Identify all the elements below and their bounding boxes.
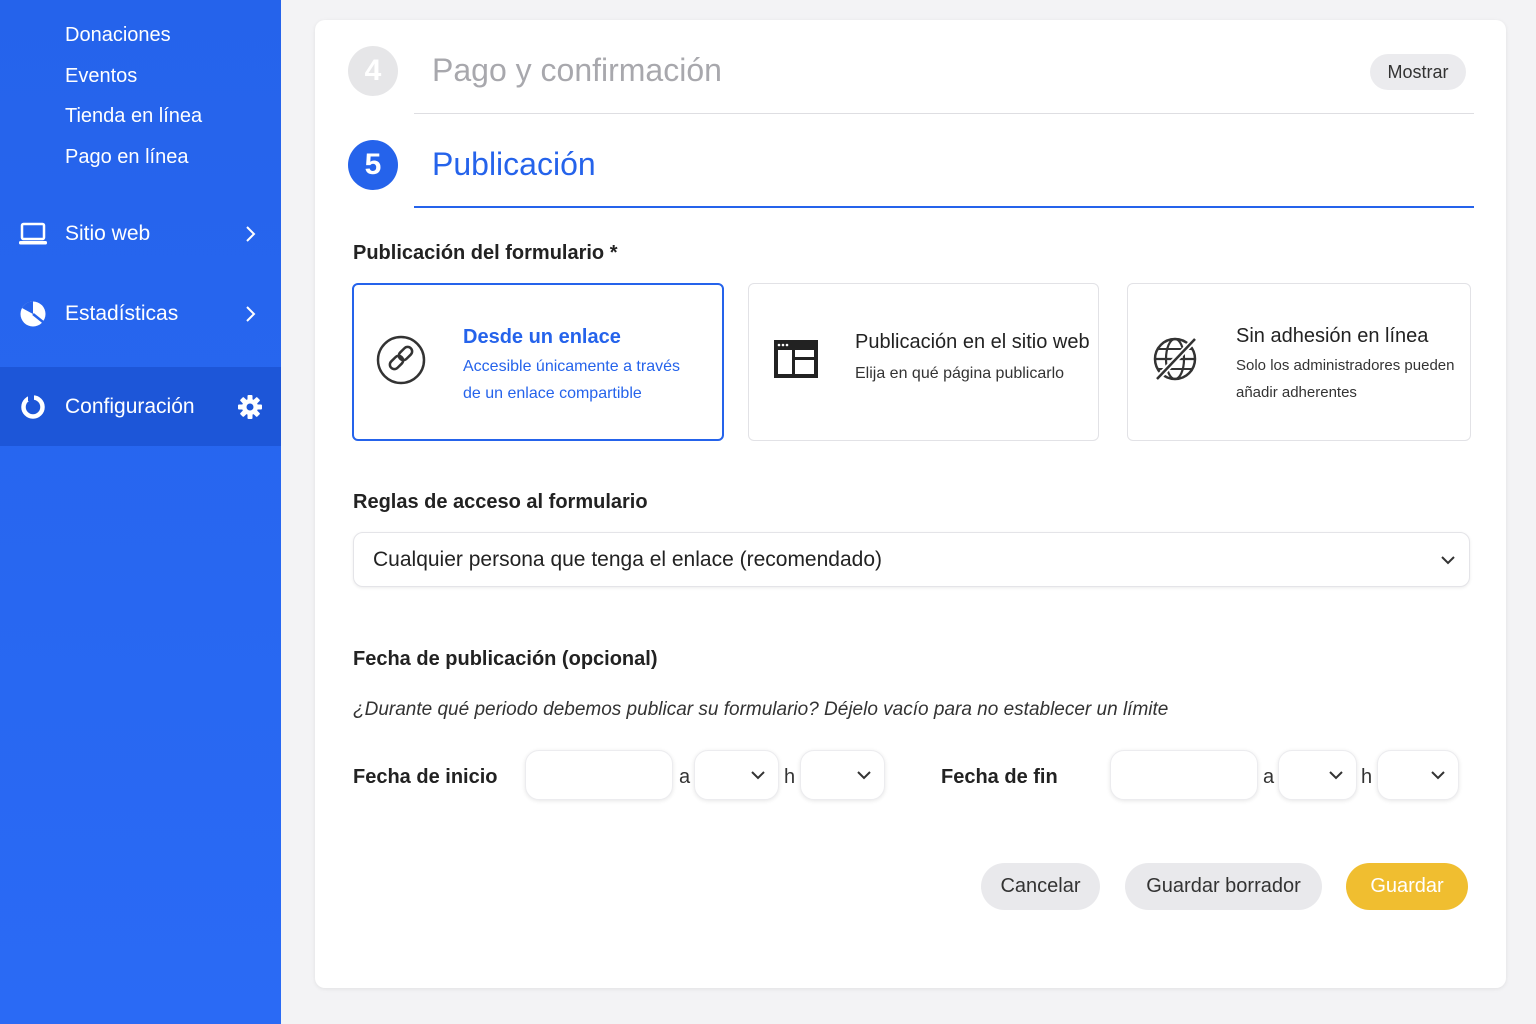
start-hour-select[interactable] bbox=[694, 750, 779, 800]
sidebar-item-label: Configuración bbox=[65, 394, 195, 418]
chevron-down-icon bbox=[748, 765, 768, 785]
start-date-label: Fecha de inicio bbox=[353, 766, 498, 788]
at-separator: a bbox=[679, 766, 691, 788]
gear-icon[interactable] bbox=[237, 394, 263, 420]
publication-date-hint: ¿Durante qué periodo debemos publicar su… bbox=[353, 699, 1169, 720]
chevron-down-icon bbox=[1326, 765, 1346, 785]
chevron-down-icon bbox=[1437, 549, 1459, 571]
laptop-icon bbox=[18, 219, 48, 249]
link-icon bbox=[374, 333, 428, 387]
hour-separator: h bbox=[784, 766, 796, 788]
access-rules-value: Cualquier persona que tenga el enlace (r… bbox=[373, 548, 883, 571]
option-website[interactable]: Publicación en el sitio web Elija en qué… bbox=[748, 283, 1099, 441]
chevron-right-icon bbox=[237, 301, 263, 327]
option-desc: Elija en qué página publicarlo bbox=[855, 365, 1065, 382]
option-title: Desde un enlace bbox=[463, 326, 621, 348]
chevron-right-icon bbox=[237, 221, 263, 247]
sidebar-item-pago[interactable]: Pago en línea bbox=[65, 146, 188, 169]
sidebar-item-donaciones[interactable]: Donaciones bbox=[65, 24, 171, 47]
save-button[interactable]: Guardar bbox=[1346, 863, 1468, 910]
sidebar-item-tienda[interactable]: Tienda en línea bbox=[65, 105, 202, 128]
sidebar-item-estadisticas[interactable]: Estadísticas bbox=[0, 284, 281, 344]
sidebar-item-label: Sitio web bbox=[65, 222, 151, 245]
option-title: Publicación en el sitio web bbox=[855, 331, 1090, 353]
end-hour-select[interactable] bbox=[1278, 750, 1357, 800]
webpage-icon bbox=[769, 332, 823, 386]
save-draft-button[interactable]: Guardar borrador bbox=[1125, 863, 1322, 910]
option-link[interactable]: Desde un enlace Accesible únicamente a t… bbox=[352, 283, 724, 441]
sidebar-item-configuracion[interactable]: Configuración bbox=[0, 367, 281, 446]
circle-icon bbox=[18, 392, 48, 422]
sidebar-item-sitio-web[interactable]: Sitio web bbox=[0, 204, 281, 264]
publication-date-label: Fecha de publicación (opcional) bbox=[353, 648, 658, 670]
show-step-4-button[interactable]: Mostrar bbox=[1370, 54, 1466, 90]
hour-separator: h bbox=[1361, 766, 1373, 788]
step-5-title: Publicación bbox=[432, 146, 596, 182]
step-4-title[interactable]: Pago y confirmación bbox=[432, 52, 722, 89]
cancel-button[interactable]: Cancelar bbox=[981, 863, 1100, 910]
access-label: Reglas de acceso al formulario bbox=[353, 491, 648, 513]
active-step-divider bbox=[414, 206, 1474, 208]
sidebar-item-eventos[interactable]: Eventos bbox=[65, 65, 137, 88]
end-date-label: Fecha de fin bbox=[941, 766, 1058, 788]
divider bbox=[414, 113, 1474, 114]
chevron-down-icon bbox=[1428, 765, 1448, 785]
end-minute-select[interactable] bbox=[1377, 750, 1459, 800]
chart-pie-icon bbox=[18, 299, 48, 329]
option-desc: Solo los administradores pueden añadir a… bbox=[1236, 357, 1455, 401]
chevron-down-icon bbox=[854, 765, 874, 785]
option-title: Sin adhesión en línea bbox=[1236, 325, 1429, 347]
step-4-number: 4 bbox=[348, 46, 398, 96]
option-no-online[interactable]: Sin adhesión en línea Solo los administr… bbox=[1127, 283, 1471, 441]
publication-label: Publicación del formulario * bbox=[353, 242, 618, 264]
start-date-input[interactable] bbox=[525, 750, 673, 800]
sidebar-item-label: Estadísticas bbox=[65, 302, 179, 325]
end-date-input[interactable] bbox=[1110, 750, 1258, 800]
access-rules-select[interactable]: Cualquier persona que tenga el enlace (r… bbox=[353, 532, 1470, 587]
globe-off-icon bbox=[1148, 332, 1202, 386]
step-5-number: 5 bbox=[348, 140, 398, 190]
start-minute-select[interactable] bbox=[800, 750, 885, 800]
option-desc: Accesible únicamente a través de un enla… bbox=[463, 358, 680, 402]
form-card: 4 Pago y confirmación Mostrar 5 Publicac… bbox=[315, 20, 1506, 988]
sidebar: Donaciones Eventos Tienda en línea Pago … bbox=[0, 0, 281, 1024]
at-separator: a bbox=[1263, 766, 1275, 788]
